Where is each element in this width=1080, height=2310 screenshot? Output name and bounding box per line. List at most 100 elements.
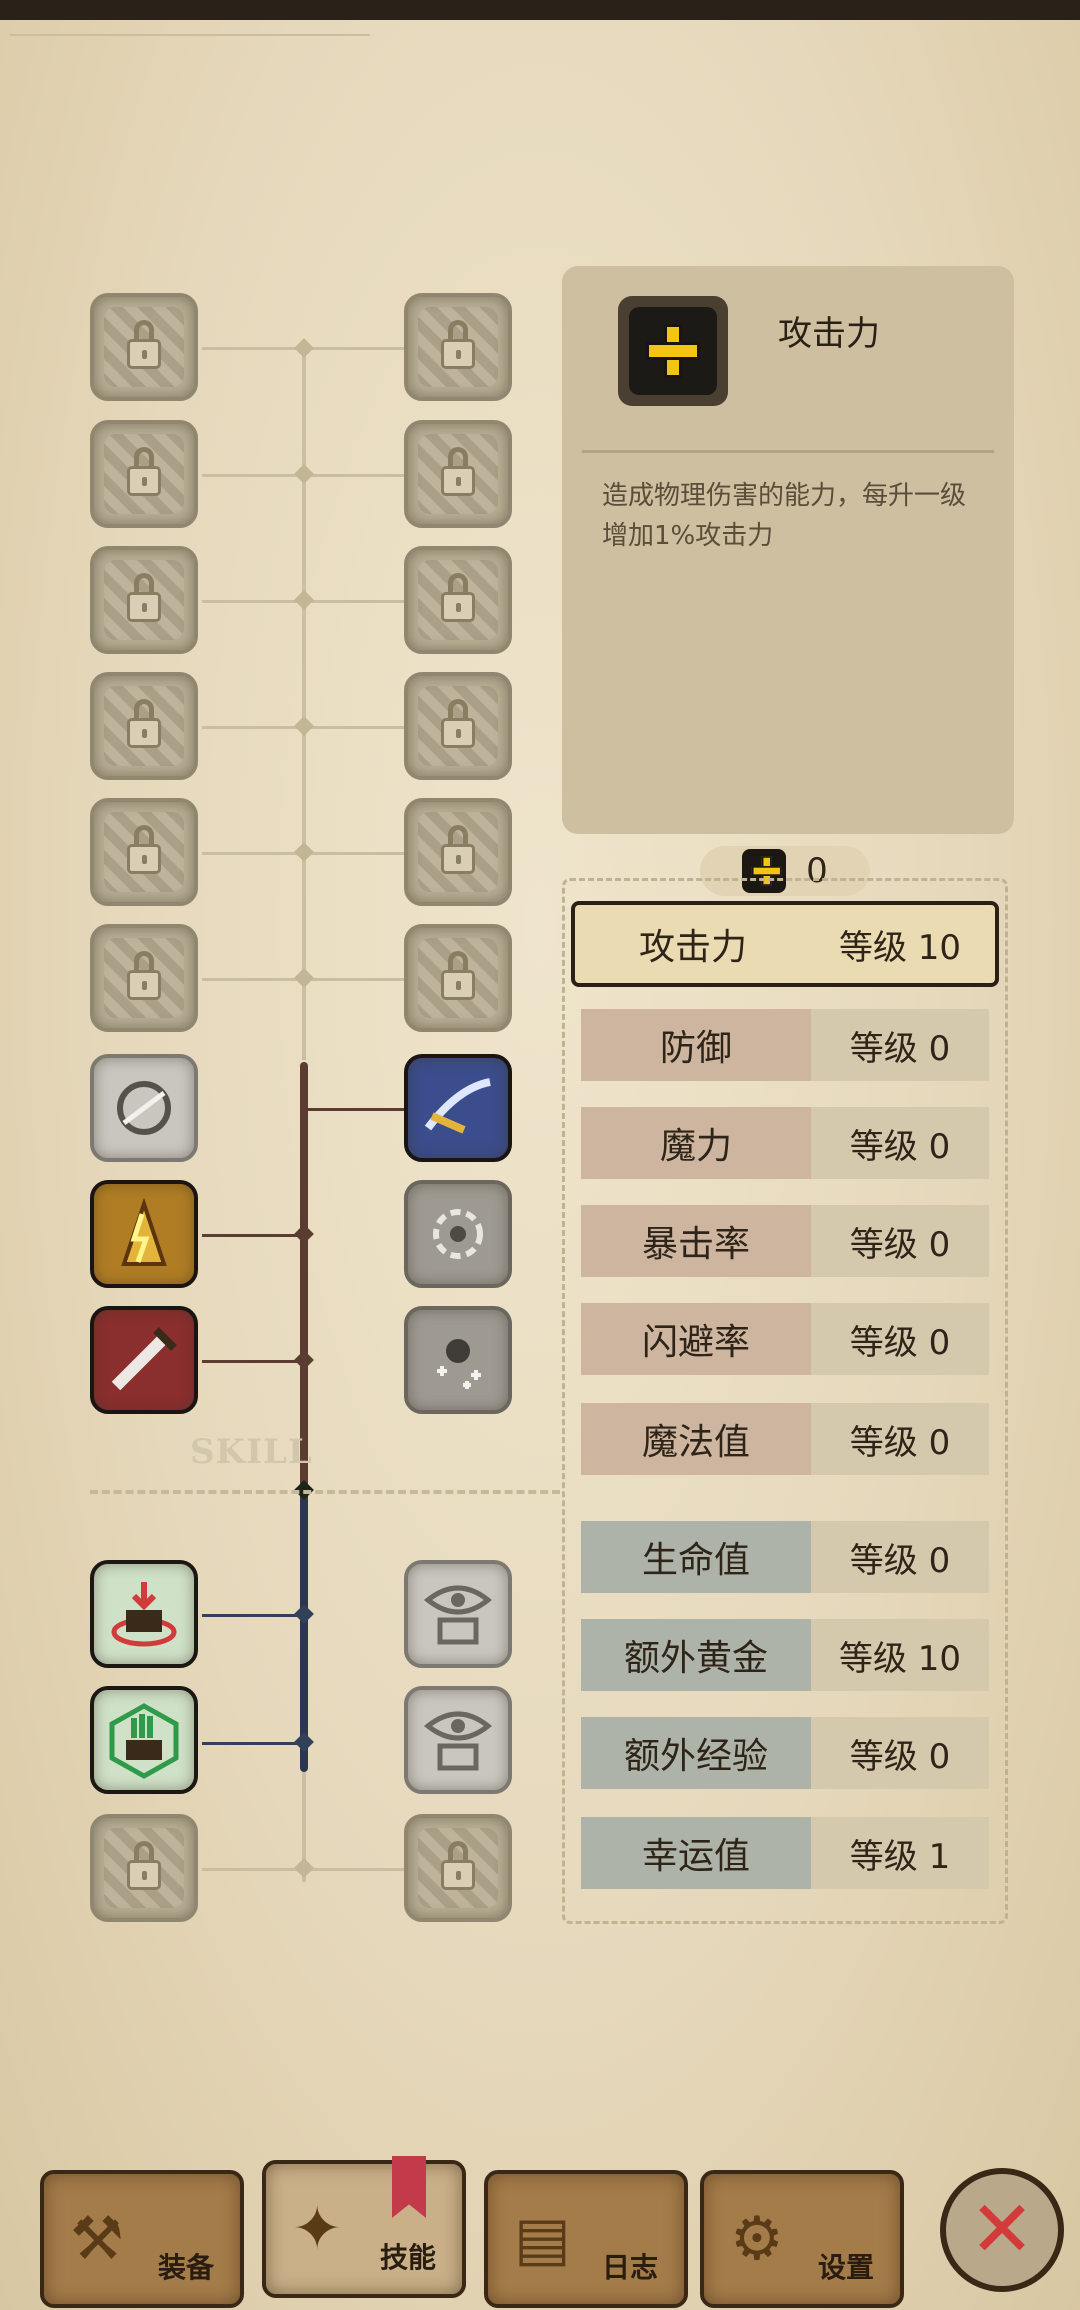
stat-name: 额外黄金 (581, 1619, 811, 1691)
skill-slot-locked[interactable] (90, 420, 198, 528)
tab-settings[interactable]: ⚙ 设置 (700, 2170, 904, 2308)
tab-equipment[interactable]: ⚒ 装备 (40, 2170, 244, 2308)
node-diamond (294, 464, 314, 484)
skill-slot-locked[interactable] (404, 924, 512, 1032)
lightning-armor-icon (121, 1197, 167, 1266)
lock-icon (441, 951, 475, 1000)
eye-chest-icon (423, 1585, 493, 1645)
stat-row-luck[interactable]: 幸运值 等级 1 (581, 1817, 989, 1889)
chest-down-icon (111, 1582, 177, 1647)
info-icon-frame (618, 296, 728, 406)
stat-name: 闪避率 (581, 1303, 811, 1375)
stat-row-mana[interactable]: 魔法值 等级 0 (581, 1403, 989, 1475)
stat-level: 等级 0 (811, 1107, 989, 1179)
stat-level: 等级 1 (811, 1817, 989, 1889)
skill-slot-gray[interactable] (90, 1054, 198, 1162)
skill-slot-chest-green[interactable] (90, 1686, 198, 1794)
connector (202, 1614, 302, 1617)
skill-slot-locked[interactable] (90, 672, 198, 780)
stat-row-magic[interactable]: 魔力 等级 0 (581, 1107, 989, 1179)
node-diamond (294, 1350, 314, 1370)
skill-slot-eye[interactable] (404, 1686, 512, 1794)
lock-icon (441, 1841, 475, 1890)
skill-info-panel: 攻击力 造成物理伤害的能力，每升一级增加1%攻击力 (562, 266, 1014, 834)
stat-level: 等级 0 (811, 1403, 989, 1475)
stat-row-crit[interactable]: 暴击率 等级 0 (581, 1205, 989, 1277)
lock-icon (127, 699, 161, 748)
stat-row-attack[interactable]: 攻击力 等级 10 (571, 901, 999, 987)
sparkle-icon (437, 1339, 481, 1389)
lock-icon (127, 320, 161, 369)
connector (202, 1742, 302, 1745)
skill-slot-chest-red[interactable] (90, 1560, 198, 1668)
eye-chest-icon (423, 1711, 493, 1771)
skill-slot-locked[interactable] (404, 672, 512, 780)
stat-level: 等级 0 (811, 1521, 989, 1593)
skill-slot-locked[interactable] (404, 420, 512, 528)
stat-name: 防御 (581, 1009, 811, 1081)
stat-row-hp[interactable]: 生命值 等级 0 (581, 1521, 989, 1593)
node-diamond (294, 1604, 314, 1624)
connector (300, 1108, 412, 1111)
chest-hand-icon (109, 1703, 179, 1779)
skill-slot-blue[interactable] (404, 1054, 512, 1162)
trunk-line-active (300, 1062, 308, 1490)
close-button[interactable]: ✕ (940, 2168, 1064, 2292)
stat-level: 等级 0 (811, 1205, 989, 1277)
stat-level: 等级 0 (811, 1303, 989, 1375)
stat-row-defense[interactable]: 防御 等级 0 (581, 1009, 989, 1081)
skill-slot-locked[interactable] (404, 293, 512, 401)
skill-slot-locked[interactable] (404, 798, 512, 906)
node-diamond (294, 590, 314, 610)
skill-slot-locked[interactable] (90, 546, 198, 654)
skill-icon: ✦ (292, 2194, 343, 2264)
stat-name: 魔力 (581, 1107, 811, 1179)
lock-icon (441, 825, 475, 874)
close-icon: ✕ (969, 2185, 1035, 2275)
stat-level: 等级 10 (811, 1619, 989, 1691)
gear-icon: ⚙ (730, 2204, 784, 2274)
skill-slot-locked[interactable] (90, 293, 198, 401)
swirl-icon (117, 1081, 171, 1135)
lock-icon (127, 951, 161, 1000)
lock-icon (441, 447, 475, 496)
connector (202, 1360, 302, 1363)
node-diamond (294, 338, 314, 358)
skill-section-label: SKILL (190, 1432, 313, 1472)
stat-name: 生命值 (581, 1521, 811, 1593)
skill-slot-red[interactable] (90, 1306, 198, 1414)
skill-slot-eye[interactable] (404, 1560, 512, 1668)
section-divider (90, 1490, 560, 1494)
tab-skills[interactable]: ✦ 技能 (262, 2160, 466, 2298)
stat-level: 等级 0 (811, 1717, 989, 1789)
node-diamond (294, 842, 314, 862)
stats-list: 攻击力 等级 10 防御 等级 0 魔力 等级 0 暴击率 等级 0 闪避率 等… (562, 878, 1008, 1924)
stat-row-gold[interactable]: 额外黄金 等级 10 (581, 1619, 989, 1691)
stat-row-exp[interactable]: 额外经验 等级 0 (581, 1717, 989, 1789)
lock-icon (127, 573, 161, 622)
tab-log[interactable]: ▤ 日志 (484, 2170, 688, 2308)
skill-tree: SKILL (0, 0, 560, 2000)
stat-name: 额外经验 (581, 1717, 811, 1789)
skill-slot-gray[interactable] (404, 1306, 512, 1414)
skill-slot-locked[interactable] (90, 924, 198, 1032)
tab-label: 技能 (379, 2241, 436, 2274)
slash-icon (424, 1078, 491, 1134)
stat-name: 攻击力 (638, 927, 747, 968)
stat-row-dodge[interactable]: 闪避率 等级 0 (581, 1303, 989, 1375)
lock-icon (127, 1841, 161, 1890)
stat-level: 等级 10 (838, 927, 962, 968)
stat-level: 等级 0 (811, 1009, 989, 1081)
skill-slot-locked[interactable] (404, 546, 512, 654)
skill-slot-gold[interactable] (90, 1180, 198, 1288)
info-title: 攻击力 (778, 314, 880, 354)
skill-slot-gray[interactable] (404, 1180, 512, 1288)
stat-name: 暴击率 (581, 1205, 811, 1277)
lock-icon (127, 825, 161, 874)
trunk-line-active (300, 1490, 308, 1772)
skill-slot-locked[interactable] (90, 798, 198, 906)
skill-slot-locked[interactable] (90, 1814, 198, 1922)
skill-slot-locked[interactable] (404, 1814, 512, 1922)
axe-icon: ⚒ (70, 2204, 124, 2274)
tab-label: 日志 (601, 2251, 658, 2284)
